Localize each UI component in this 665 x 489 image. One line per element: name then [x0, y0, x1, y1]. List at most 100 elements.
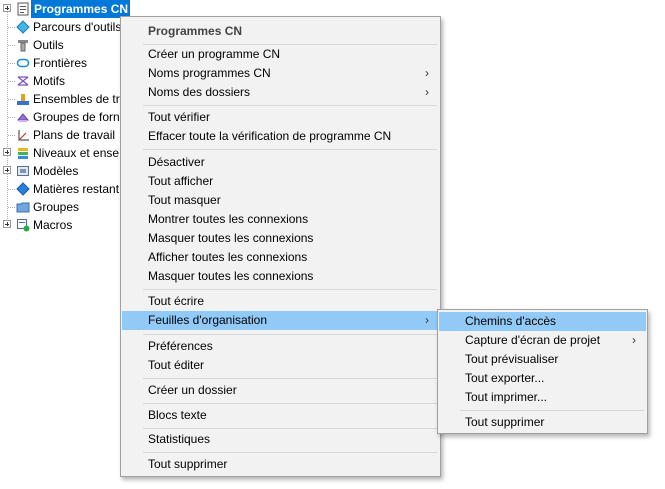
expand-icon[interactable] [3, 220, 11, 228]
menu-item-deactivate[interactable]: Désactiver [122, 153, 439, 172]
submenu-item-paths[interactable]: Chemins d'accès [439, 312, 646, 331]
menu-item-text-blocks[interactable]: Blocs texte [122, 406, 439, 425]
menu-item-label: Tout afficher [148, 174, 214, 188]
menu-item-edit-all[interactable]: Tout éditer [122, 356, 439, 375]
menu-separator [143, 428, 437, 429]
chevron-right-icon: › [425, 66, 429, 80]
menu-item-label: Désactiver [148, 155, 205, 169]
boundary-icon [16, 56, 30, 70]
menu-item-label: Tout écrire [148, 294, 205, 308]
menu-item-label: Noms programmes CN [148, 66, 271, 80]
tree-item-label: Programmes CN [31, 0, 130, 18]
tree-connector [8, 81, 15, 82]
menu-item-label: Noms des dossiers [148, 85, 251, 99]
menu-item-hide-all[interactable]: Tout masquer [122, 191, 439, 210]
tree-item-label: Groupes de forn [33, 110, 120, 124]
tree-item-tools[interactable]: Outils [0, 36, 130, 54]
menu-item-label: Chemins d'accès [465, 314, 556, 328]
toolpath-icon [16, 20, 30, 34]
menu-item-label: Préférences [148, 339, 213, 353]
menu-separator [460, 410, 644, 411]
menu-item-label: Tout vérifier [148, 110, 211, 124]
menu-item-delete-all[interactable]: Tout supprimer [122, 455, 439, 474]
menu-item-label: Créer un programme CN [148, 47, 281, 61]
menu-item-create-nc-program[interactable]: Créer un programme CN [122, 45, 439, 64]
menu-item-label: Effacer toute la vérification de program… [148, 129, 392, 143]
pattern-icon [16, 74, 30, 88]
level-icon [16, 146, 30, 160]
menu-separator [143, 334, 437, 335]
tree-item-workplanes[interactable]: Plans de travail [0, 126, 130, 144]
tree-item-models[interactable]: Modèles [0, 162, 130, 180]
submenu-item-print-all[interactable]: Tout imprimer... [439, 388, 646, 407]
chevron-right-icon: › [632, 333, 636, 347]
tree-connector [8, 99, 15, 100]
tree-item-label: Motifs [33, 74, 66, 88]
expand-icon[interactable] [3, 166, 11, 174]
menu-separator [143, 105, 437, 106]
menu-item-create-folder[interactable]: Créer un dossier [122, 381, 439, 400]
chevron-right-icon: › [425, 313, 429, 327]
tree-item-feature-groups[interactable]: Groupes de forn [0, 108, 130, 126]
tree-item-toolpaths[interactable]: Parcours d'outils [0, 18, 130, 36]
tree-item-stock-models[interactable]: Matières restant [0, 180, 130, 198]
tree-item-feature-sets[interactable]: Ensembles de tr [0, 90, 130, 108]
menu-item-label: Capture d'écran de projet [465, 333, 601, 347]
menu-separator [143, 289, 437, 290]
tree-item-label: Groupes [33, 200, 80, 214]
menu-item-label: Afficher toutes les connexions [148, 250, 308, 264]
tree-connector [8, 189, 15, 190]
menu-item-label: Tout imprimer... [465, 390, 548, 404]
menu-item-nc-program-names[interactable]: Noms programmes CN › [122, 64, 439, 83]
menu-item-statistics[interactable]: Statistiques [122, 430, 439, 449]
menu-item-hide-all-connections[interactable]: Masquer toutes les connexions [122, 229, 439, 248]
menu-item-label: Tout éditer [148, 358, 205, 372]
menu-item-setup-sheets[interactable]: Feuilles d'organisation › [122, 311, 439, 330]
menu-item-label: Tout prévisualiser [465, 352, 559, 366]
menu-item-clear-all-verification[interactable]: Effacer toute la vérification de program… [122, 127, 439, 146]
menu-item-write-all[interactable]: Tout écrire [122, 292, 439, 311]
menu-item-label: Tout supprimer [465, 415, 545, 429]
menu-item-label: Tout masquer [148, 193, 221, 207]
menu-separator [143, 149, 437, 150]
tree-item-groups[interactable]: Groupes [0, 198, 130, 216]
menu-item-show-all-connections[interactable]: Montrer toutes les connexions [122, 210, 439, 229]
menu-item-label: Statistiques [148, 432, 211, 446]
feature-set-icon [16, 92, 30, 106]
workplane-icon [16, 128, 30, 142]
submenu-item-delete-all[interactable]: Tout supprimer [439, 413, 646, 432]
submenu-item-export-all[interactable]: Tout exporter... [439, 369, 646, 388]
group-folder-icon [16, 200, 30, 214]
menu-item-verify-all[interactable]: Tout vérifier [122, 108, 439, 127]
menu-item-preferences[interactable]: Préférences [122, 337, 439, 356]
tree-connector [8, 63, 15, 64]
tree-item-patterns[interactable]: Motifs [0, 72, 130, 90]
submenu-item-preview-all[interactable]: Tout prévisualiser [439, 350, 646, 369]
tree-item-boundaries[interactable]: Frontières [0, 54, 130, 72]
menu-item-label: Tout exporter... [465, 371, 545, 385]
tree-item-nc-programs[interactable]: Programmes CN [0, 0, 130, 18]
menu-item-hide-all-connections-2[interactable]: Masquer toutes les connexions [122, 267, 439, 286]
tree-connector [8, 135, 15, 136]
menu-separator [143, 378, 437, 379]
macro-icon [16, 218, 30, 232]
menu-item-label: Tout supprimer [148, 457, 228, 471]
menu-item-label: Masquer toutes les connexions [148, 231, 314, 245]
tree-connector [8, 117, 15, 118]
tree-item-macros[interactable]: Macros [0, 216, 130, 234]
expand-icon[interactable] [3, 4, 11, 12]
menu-item-folder-names[interactable]: Noms des dossiers › [122, 83, 439, 102]
submenu-item-project-screenshot[interactable]: Capture d'écran de projet › [439, 331, 646, 350]
tree-item-levels[interactable]: Niveaux et ense [0, 144, 130, 162]
model-icon [16, 164, 30, 178]
tree-item-label: Plans de travail [33, 128, 116, 142]
tree-connector [8, 207, 15, 208]
tree-item-label: Modèles [33, 164, 79, 178]
tree-connector [8, 45, 15, 46]
menu-item-display-all-connections[interactable]: Afficher toutes les connexions [122, 248, 439, 267]
tree-item-label: Macros [33, 218, 73, 232]
menu-item-show-all[interactable]: Tout afficher [122, 172, 439, 191]
stock-model-icon [16, 182, 30, 196]
expand-icon[interactable] [3, 148, 11, 156]
menu-separator [143, 452, 437, 453]
